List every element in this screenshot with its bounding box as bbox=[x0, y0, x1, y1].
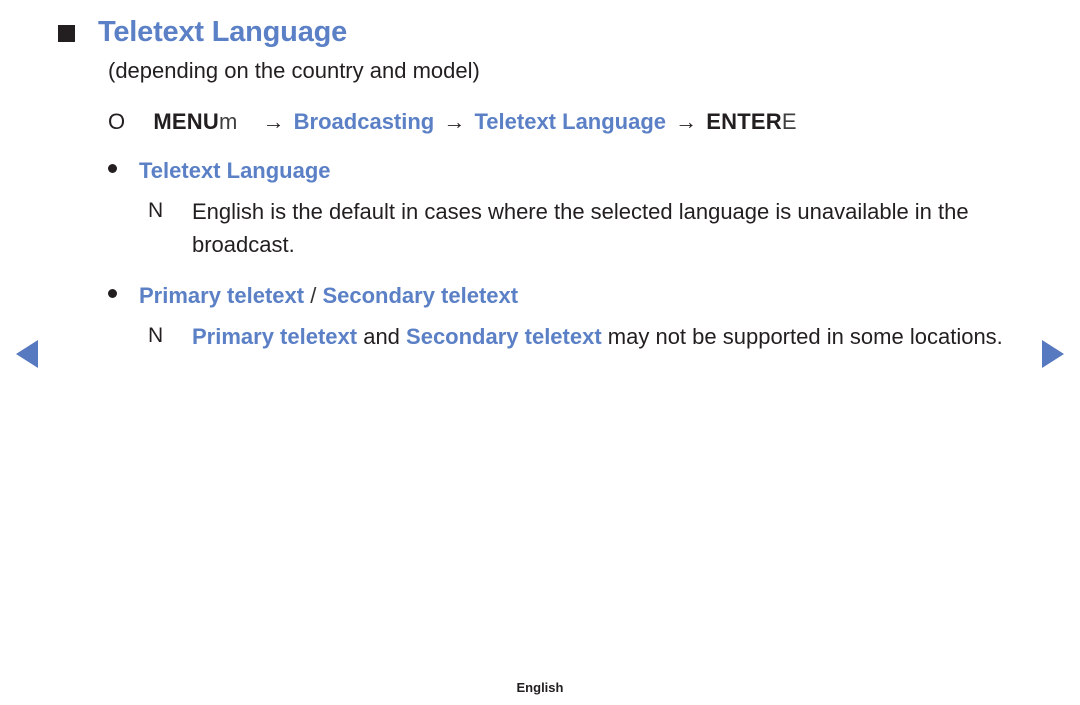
text-run: English is the default in cases where th… bbox=[192, 198, 969, 257]
text-run: Primary teletext bbox=[139, 283, 305, 309]
round-bullet-icon bbox=[108, 164, 117, 174]
page-subtitle: (depending on the country and model) bbox=[108, 58, 480, 84]
menu-key-label: MENU bbox=[153, 108, 219, 134]
square-bullet-icon bbox=[58, 25, 75, 42]
note-marker-icon: N bbox=[148, 323, 164, 347]
page-content: Teletext Language (depending on the coun… bbox=[58, 14, 1028, 353]
triangle-left-icon[interactable] bbox=[16, 340, 38, 368]
triangle-right-icon[interactable] bbox=[1042, 340, 1064, 368]
text-run: Teletext Language bbox=[139, 158, 331, 184]
enter-key-icon: E bbox=[781, 108, 797, 134]
list-item: Teletext Language bbox=[108, 157, 1028, 186]
text-run: Primary teletext bbox=[192, 323, 358, 349]
note-text: English is the default in cases where th… bbox=[192, 196, 1028, 261]
note-text: Primary teletext and Secondary teletext … bbox=[192, 321, 1003, 354]
list-item: Primary teletext / Secondary teletext bbox=[108, 282, 1028, 311]
menu-path: O MENUm → Broadcasting → Teletext Langua… bbox=[108, 107, 1028, 137]
text-run: Secondary teletext bbox=[406, 323, 602, 349]
setting-label: Teletext Language bbox=[139, 157, 331, 186]
text-run: Secondary teletext bbox=[322, 283, 519, 309]
setting-label: Primary teletext / Secondary teletext bbox=[139, 282, 518, 311]
path-arrow-1: → bbox=[262, 108, 285, 134]
page-footer-language: English bbox=[516, 680, 564, 695]
path-arrow-2: → bbox=[443, 108, 466, 134]
note-row: N English is the default in cases where … bbox=[148, 196, 1028, 261]
round-bullet-icon bbox=[108, 289, 117, 299]
circle-marker-icon: O bbox=[108, 108, 126, 134]
note-marker-icon: N bbox=[148, 198, 164, 222]
text-run: / bbox=[304, 283, 323, 309]
page-title-row: Teletext Language bbox=[58, 14, 1028, 51]
note-row: N Primary teletext and Secondary teletex… bbox=[148, 321, 1028, 354]
enter-key-label: ENTER bbox=[706, 108, 782, 134]
text-run: may not be supported in some locations. bbox=[601, 323, 1003, 349]
path-step-broadcasting[interactable]: Broadcasting bbox=[294, 109, 435, 134]
menu-key-icon: m bbox=[218, 108, 238, 134]
text-run: and bbox=[357, 323, 407, 349]
path-arrow-3: → bbox=[675, 108, 698, 134]
manual-page: Teletext Language (depending on the coun… bbox=[0, 0, 1080, 705]
path-step-teletext-language[interactable]: Teletext Language bbox=[475, 109, 667, 134]
page-title: Teletext Language bbox=[98, 16, 348, 48]
